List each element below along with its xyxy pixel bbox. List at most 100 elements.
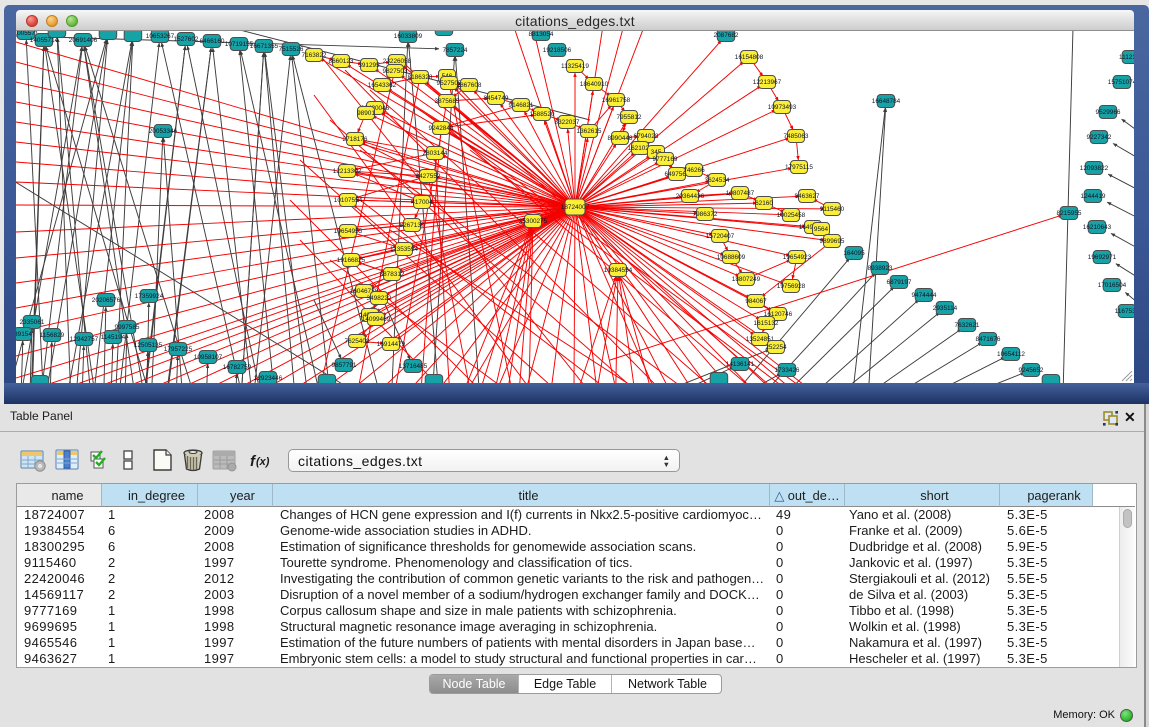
svg-text:10653267: 10653267 xyxy=(146,33,175,40)
svg-text:16782759: 16782759 xyxy=(223,364,252,371)
svg-text:19654923: 19654923 xyxy=(783,254,812,261)
svg-text:10807487: 10807487 xyxy=(726,190,755,197)
svg-text:9997585: 9997585 xyxy=(115,324,140,331)
svg-text:20691406: 20691406 xyxy=(69,37,98,44)
svg-text:1733426: 1733426 xyxy=(775,367,800,374)
svg-text:2718176: 2718176 xyxy=(343,136,368,143)
svg-text:9463627: 9463627 xyxy=(795,193,820,200)
svg-text:8990448: 8990448 xyxy=(608,135,633,142)
svg-text:16671355: 16671355 xyxy=(250,43,279,50)
svg-text:10654112: 10654112 xyxy=(997,351,1025,358)
svg-text:6466160: 6466160 xyxy=(200,38,225,45)
svg-text:12505135: 12505135 xyxy=(134,342,163,349)
svg-text:2867608: 2867608 xyxy=(457,82,482,89)
svg-text:6879197: 6879197 xyxy=(887,279,912,286)
svg-text:7632621: 7632621 xyxy=(955,322,980,329)
svg-text:3624534: 3624534 xyxy=(705,177,730,184)
svg-text:9564: 9564 xyxy=(814,226,829,233)
svg-text:17016504: 17016504 xyxy=(1098,282,1127,289)
svg-text:19166825: 19166825 xyxy=(337,257,366,264)
svg-text:17957225: 17957225 xyxy=(164,346,193,353)
svg-text:39154: 39154 xyxy=(16,331,32,338)
svg-text:1145194: 1145194 xyxy=(101,334,126,341)
svg-text:15751074: 15751074 xyxy=(1108,79,1134,86)
svg-text:10025458: 10025458 xyxy=(777,212,806,219)
svg-text:20206576: 20206576 xyxy=(92,297,121,304)
svg-text:16543362: 16543362 xyxy=(368,82,397,89)
svg-text:2803144: 2803144 xyxy=(423,150,448,157)
svg-text:15720407: 15720407 xyxy=(706,233,735,240)
svg-text:8427552: 8427552 xyxy=(416,173,441,180)
svg-text:746266: 746266 xyxy=(683,167,705,174)
svg-text:10688609: 10688609 xyxy=(717,254,746,261)
svg-text:9827503: 9827503 xyxy=(383,68,408,75)
svg-text:11353594: 11353594 xyxy=(390,246,418,253)
svg-text:1156829: 1156829 xyxy=(40,332,65,339)
svg-text:8322037: 8322037 xyxy=(555,119,580,126)
svg-text:1588520: 1588520 xyxy=(530,111,555,118)
svg-text:417004: 417004 xyxy=(411,199,433,206)
svg-text:18640910: 18640910 xyxy=(580,81,609,88)
svg-text:11325419: 11325419 xyxy=(561,63,589,70)
svg-text:7625402: 7625402 xyxy=(345,338,370,345)
svg-text:7955812: 7955812 xyxy=(617,114,642,121)
svg-text:19384554: 19384554 xyxy=(604,267,633,274)
svg-text:9242848: 9242848 xyxy=(429,125,454,132)
svg-text:19654955: 19654955 xyxy=(334,228,363,235)
svg-text:10107554: 10107554 xyxy=(334,197,363,204)
svg-text:252254: 252254 xyxy=(765,344,787,351)
svg-text:6794028: 6794028 xyxy=(634,133,659,140)
svg-text:13716485: 13716485 xyxy=(399,363,428,370)
svg-text:8878312: 8878312 xyxy=(380,271,405,278)
svg-text:98901: 98901 xyxy=(357,110,375,117)
svg-text:12942757: 12942757 xyxy=(70,336,99,343)
svg-text:14055714: 14055714 xyxy=(30,37,59,44)
svg-text:7515526: 7515526 xyxy=(279,46,304,53)
svg-text:3498222: 3498222 xyxy=(367,295,392,302)
svg-text:7986372: 7986372 xyxy=(693,211,718,218)
svg-text:391295: 391295 xyxy=(358,62,380,69)
svg-text:1244419: 1244419 xyxy=(1081,193,1106,200)
svg-text:7163822: 7163822 xyxy=(302,52,327,59)
svg-text:1362615: 1362615 xyxy=(577,128,602,135)
svg-text:9777169: 9777169 xyxy=(653,156,678,163)
svg-text:164095: 164095 xyxy=(843,250,865,257)
svg-text:9115460: 9115460 xyxy=(820,206,845,213)
svg-text:14136141: 14136141 xyxy=(726,361,755,368)
svg-text:12213302: 12213302 xyxy=(333,168,362,175)
svg-text:18724007: 18724007 xyxy=(561,204,590,211)
svg-text:2335061: 2335061 xyxy=(20,319,45,326)
svg-text:8660123: 8660123 xyxy=(329,58,354,65)
svg-text:10958107: 10958107 xyxy=(194,354,223,361)
svg-text:8454749: 8454749 xyxy=(484,95,509,102)
svg-text:9529966: 9529966 xyxy=(1096,109,1121,116)
svg-text:17359924: 17359924 xyxy=(135,293,164,300)
svg-text:16648784: 16648784 xyxy=(872,98,901,105)
svg-text:20053346: 20053346 xyxy=(149,128,178,135)
svg-text:9146821: 9146821 xyxy=(509,102,534,109)
svg-text:62160: 62160 xyxy=(755,200,773,207)
svg-text:1112131: 1112131 xyxy=(1119,54,1134,61)
svg-text:19218506: 19218506 xyxy=(543,47,572,54)
svg-text:9899695: 9899695 xyxy=(820,238,845,245)
svg-text:19756928: 19756928 xyxy=(777,283,806,290)
svg-text:12923446: 12923446 xyxy=(254,375,283,382)
svg-text:12093822: 12093822 xyxy=(1080,165,1109,172)
svg-text:2935114: 2935114 xyxy=(933,305,958,312)
svg-text:16154808: 16154808 xyxy=(735,54,764,61)
svg-text:8215955: 8215955 xyxy=(1057,210,1082,217)
svg-text:9245652: 9245652 xyxy=(1019,367,1044,374)
svg-text:20364436: 20364436 xyxy=(676,193,705,200)
svg-text:8267130: 8267130 xyxy=(400,222,425,229)
svg-text:16033809: 16033809 xyxy=(394,33,423,40)
svg-text:9857791: 9857791 xyxy=(332,362,357,369)
svg-text:17975115: 17975115 xyxy=(785,164,813,171)
svg-text:8471676: 8471676 xyxy=(976,336,1001,343)
svg-text:19692971: 19692971 xyxy=(1088,254,1117,261)
svg-text:9227342: 9227342 xyxy=(1087,134,1112,141)
svg-text:984067: 984067 xyxy=(745,298,767,305)
svg-text:9474444: 9474444 xyxy=(912,292,937,299)
svg-text:3875685: 3875685 xyxy=(435,98,460,105)
svg-text:1615132: 1615132 xyxy=(754,320,779,327)
svg-text:(x): (x) xyxy=(256,456,270,468)
